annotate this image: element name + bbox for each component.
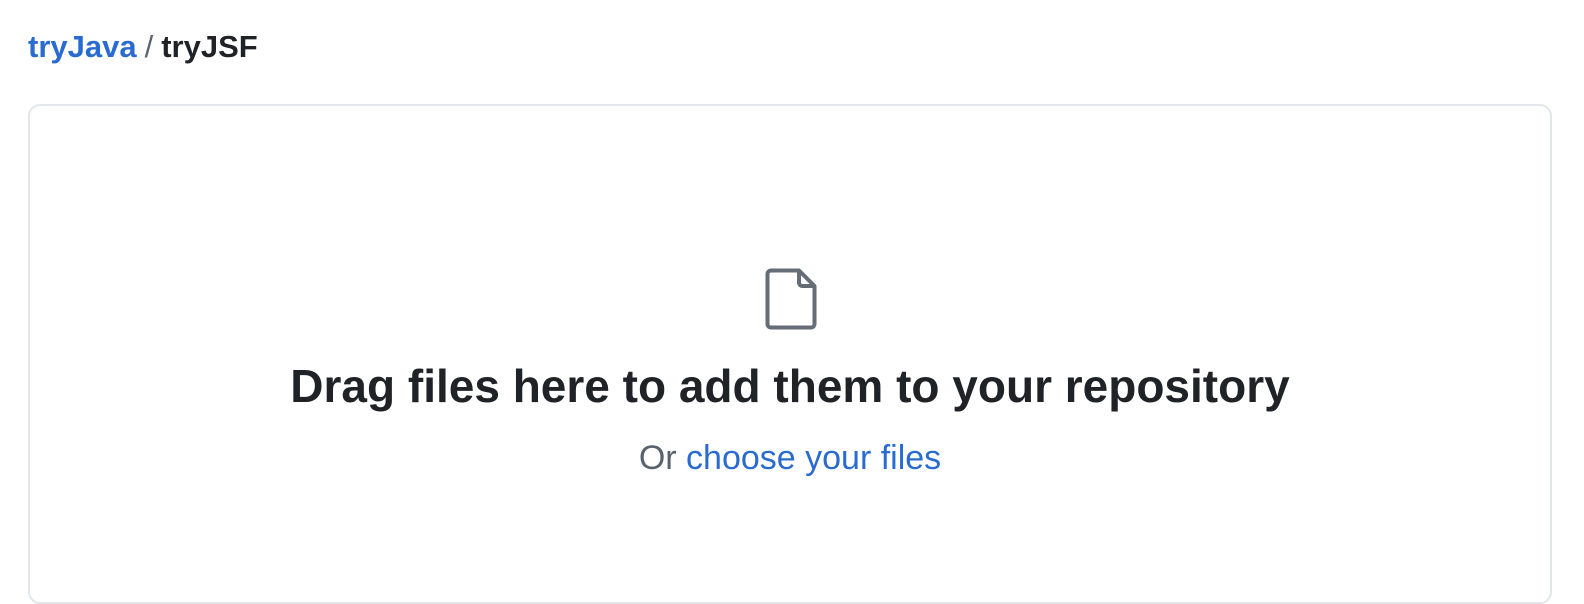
dropzone-sub-prefix: Or — [638, 439, 677, 477]
breadcrumb: tryJava / tryJSF — [28, 28, 258, 66]
file-icon — [765, 268, 817, 330]
breadcrumb-owner-link[interactable]: tryJava — [28, 29, 137, 64]
breadcrumb-separator: / — [144, 29, 154, 64]
choose-files-link[interactable]: choose your files — [686, 439, 941, 477]
file-dropzone[interactable]: Drag files here to add them to your repo… — [28, 104, 1552, 604]
dropzone-title: Drag files here to add them to your repo… — [290, 360, 1290, 412]
dropzone-subtitle: Or choose your files — [30, 436, 1550, 480]
breadcrumb-repo-name: tryJSF — [161, 29, 258, 64]
